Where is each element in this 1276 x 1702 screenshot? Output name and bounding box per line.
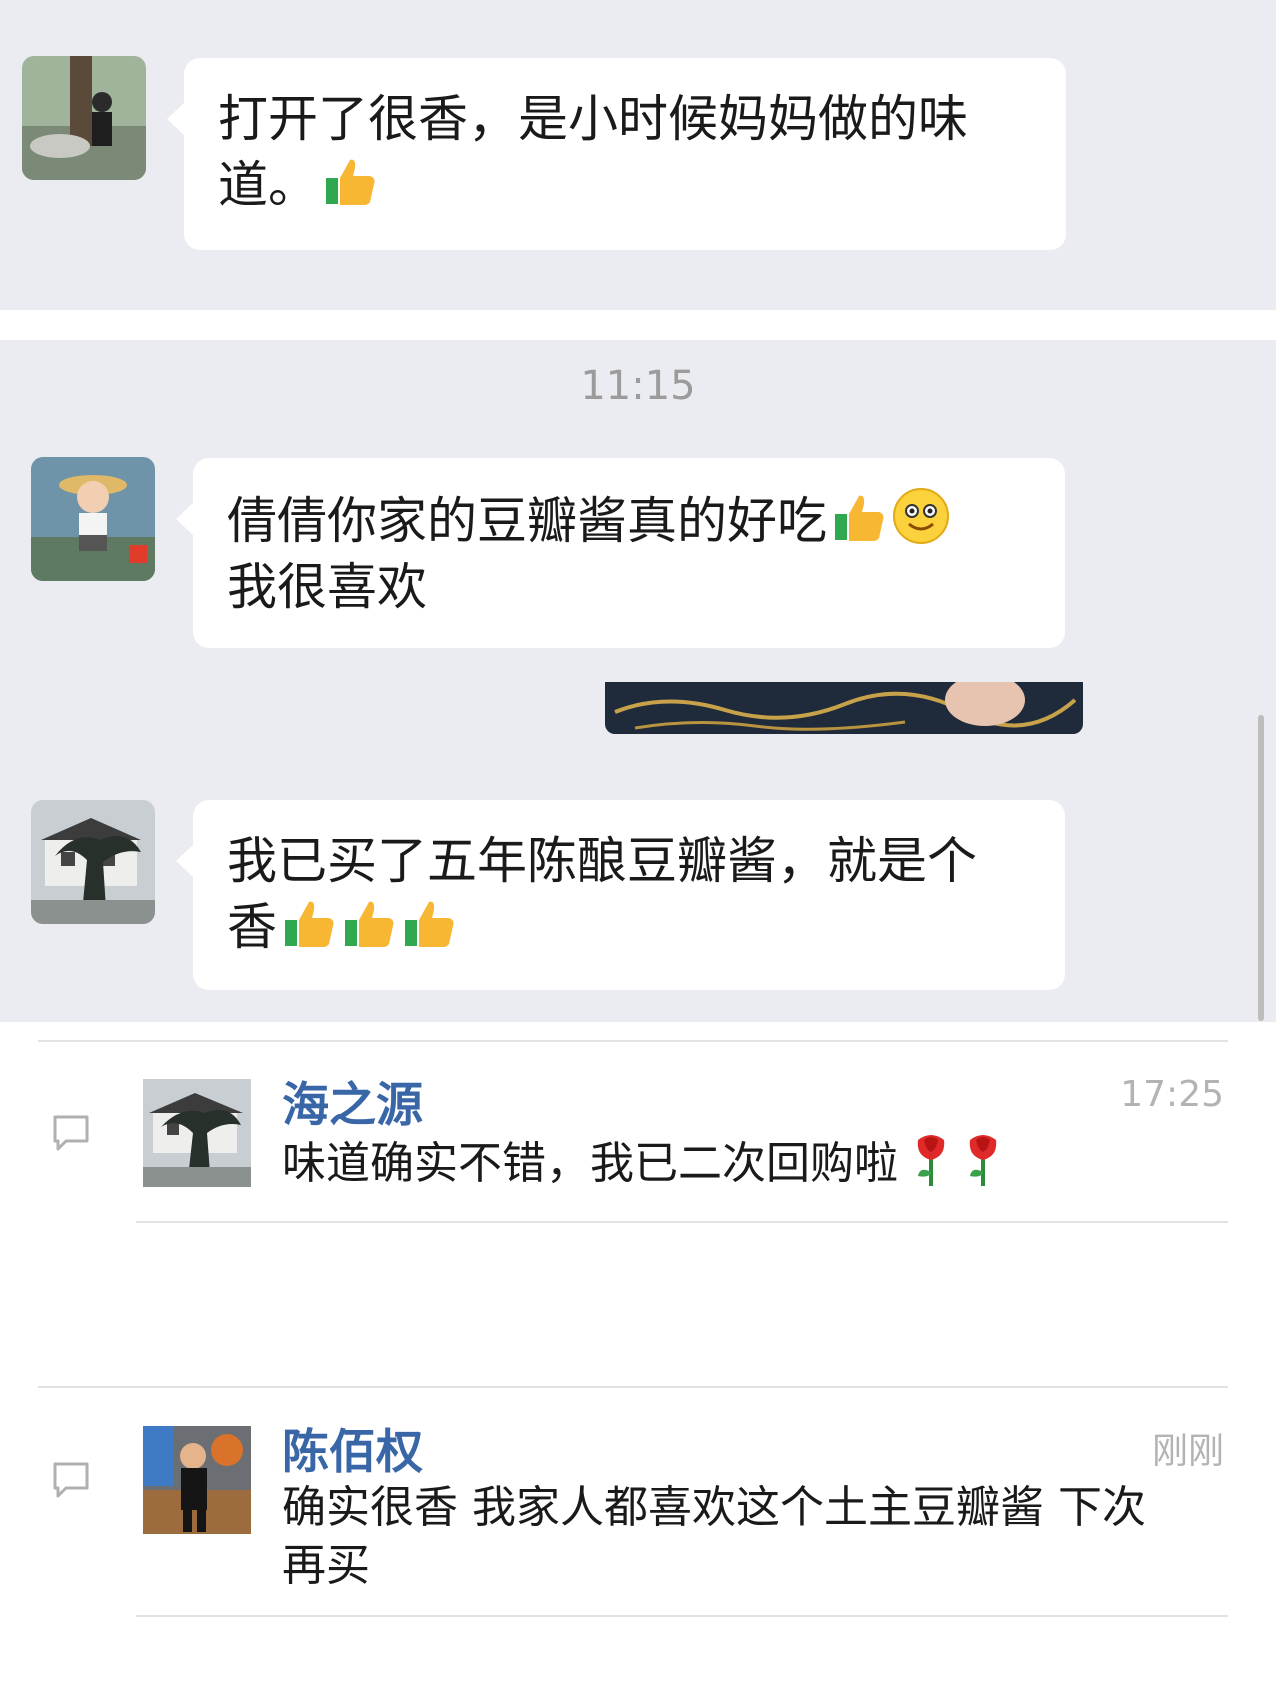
- chat-timestamp: 11:15: [580, 363, 696, 409]
- avatar[interactable]: [31, 800, 155, 924]
- comment-text-line: 再买: [282, 1540, 370, 1591]
- comment-text: 味道确实不错，我已二次回购啦: [282, 1132, 1222, 1193]
- rose-icon: [964, 1132, 1002, 1188]
- thumbs-up-icon: [283, 896, 337, 950]
- commenter-name[interactable]: 海之源: [282, 1066, 423, 1135]
- message-text-line: 我已买了五年陈酿豆瓣酱，就是个: [227, 832, 977, 890]
- comment-text: 确实很香 我家人都喜欢这个土主豆瓣酱 下次 再买: [282, 1479, 1222, 1595]
- rose-icon: [912, 1132, 950, 1188]
- commenter-name[interactable]: 陈佰权: [282, 1413, 423, 1482]
- message-bubble[interactable]: 倩倩你家的豆瓣酱真的好吃 我很喜欢: [176, 458, 1065, 648]
- smile-icon: [891, 486, 951, 546]
- comment-icon[interactable]: [52, 1114, 90, 1152]
- comment-text-line: 确实很香 我家人都喜欢这个土主豆瓣酱 下次: [282, 1482, 1146, 1533]
- message-text-line: 打开了很香，是小时候妈妈做的味: [218, 90, 968, 148]
- message-text-line: 我很喜欢: [227, 558, 427, 616]
- message-bubble[interactable]: 打开了很香，是小时候妈妈做的味 道。: [167, 58, 1066, 250]
- divider: [136, 1615, 1228, 1617]
- message-text: 倩倩你家的豆瓣酱真的好吃: [227, 492, 827, 550]
- message-text-line: 香: [227, 894, 1031, 960]
- divider: [38, 1040, 1228, 1042]
- comment-time: 17:25: [1120, 1074, 1224, 1115]
- divider: [38, 1386, 1228, 1388]
- avatar[interactable]: [22, 56, 146, 180]
- comment-time: 刚刚: [1151, 1431, 1224, 1472]
- message-text: 道。: [218, 156, 318, 214]
- commenter-avatar[interactable]: [143, 1426, 251, 1534]
- thumbs-up-icon: [343, 896, 397, 950]
- message-text-line: 道。: [218, 152, 1032, 218]
- scrollbar[interactable]: [1258, 715, 1264, 1021]
- message-text-line: 倩倩你家的豆瓣酱真的好吃: [227, 486, 1031, 554]
- thumbs-up-icon: [833, 490, 887, 544]
- commenter-avatar[interactable]: [143, 1079, 251, 1187]
- thumbs-up-icon: [324, 154, 378, 208]
- image-message[interactable]: [605, 682, 1083, 734]
- message-bubble[interactable]: 我已买了五年陈酿豆瓣酱，就是个 香: [176, 800, 1065, 990]
- thumbs-up-icon: [403, 896, 457, 950]
- avatar[interactable]: [31, 457, 155, 581]
- divider: [136, 1221, 1228, 1223]
- comment-text-content: 味道确实不错，我已二次回购啦: [282, 1138, 898, 1189]
- comment-icon[interactable]: [52, 1461, 90, 1499]
- message-text: 香: [227, 898, 277, 956]
